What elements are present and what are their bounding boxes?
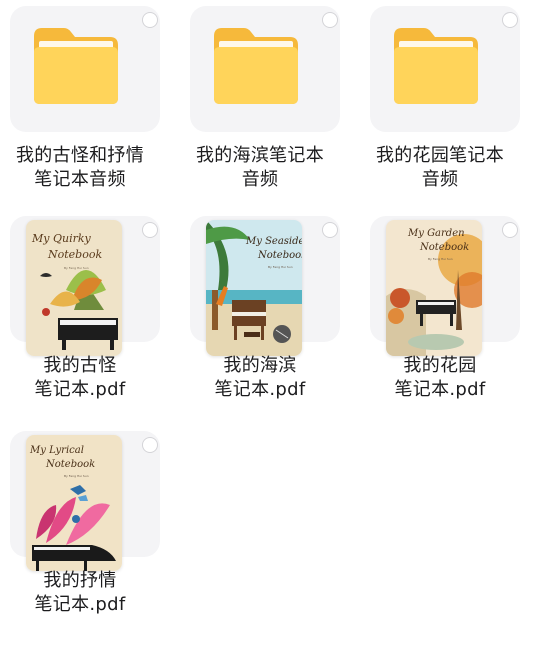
select-checkbox[interactable] [322,12,338,28]
cover-title-line1: My Lyrical [29,445,84,456]
cover-title-line2: Notebook [419,242,469,253]
select-checkbox[interactable] [502,12,518,28]
pdf-cover-thumbnail: My Seaside Notebook By Feng Hui Sun [206,220,302,356]
pdf-item[interactable]: My Garden Notebook By Feng Hui Sun 我的花园 … [360,210,540,425]
pdf-item[interactable]: My Quirky Notebook By Feng Hui Sun 我的古怪 … [0,210,180,425]
file-name-label: 我的古怪 笔记本.pdf [34,355,126,400]
select-checkbox[interactable] [142,12,158,28]
cover-title-line2: Notebook [47,248,102,261]
pdf-item[interactable]: My Lyrical Notebook By Feng Hui Sun 我的抒情… [0,425,180,640]
select-checkbox[interactable] [142,437,158,453]
cover-title-line1: My Quirky [31,232,92,245]
select-checkbox[interactable] [322,222,338,238]
cover-title-line1: My Seaside [245,236,302,247]
pdf-cover-thumbnail: My Lyrical Notebook By Feng Hui Sun [26,435,122,571]
file-name-label: 我的海滨笔记本 音频 [195,145,325,190]
select-checkbox[interactable] [142,222,158,238]
folder-item[interactable]: 我的海滨笔记本 音频 [180,0,360,215]
pdf-cover-thumbnail: My Garden Notebook By Feng Hui Sun [386,220,482,356]
file-name-label: 我的海滨 笔记本.pdf [214,355,306,400]
folder-item[interactable]: 我的古怪和抒情 笔记本音频 [0,0,180,215]
cover-title-line2: Notebook [45,459,95,470]
file-name-label: 我的古怪和抒情 笔记本音频 [15,145,145,190]
folder-icon [394,28,478,104]
cover-author: By Feng Hui Sun [64,474,89,478]
file-name-label: 我的花园 笔记本.pdf [394,355,486,400]
pdf-cover-thumbnail: My Quirky Notebook By Feng Hui Sun [26,220,122,356]
cover-title-line1: My Garden [407,228,465,239]
file-grid: 我的古怪和抒情 笔记本音频 我的海滨笔记本 音频 我的花园笔记本 音频 My Q… [0,0,540,646]
file-name-label: 我的花园笔记本 音频 [375,145,505,190]
cover-author: By Feng Hui Sun [268,265,293,269]
cover-title-line2: Notebook [257,250,302,261]
pdf-item[interactable]: My Seaside Notebook By Feng Hui Sun 我的海滨… [180,210,360,425]
select-checkbox[interactable] [502,222,518,238]
cover-author: By Feng Hui Sun [428,257,453,261]
file-name-label: 我的抒情 笔记本.pdf [34,570,126,615]
folder-item[interactable]: 我的花园笔记本 音频 [360,0,540,215]
cover-author: By Feng Hui Sun [64,266,89,270]
folder-icon [214,28,298,104]
folder-icon [34,28,118,104]
